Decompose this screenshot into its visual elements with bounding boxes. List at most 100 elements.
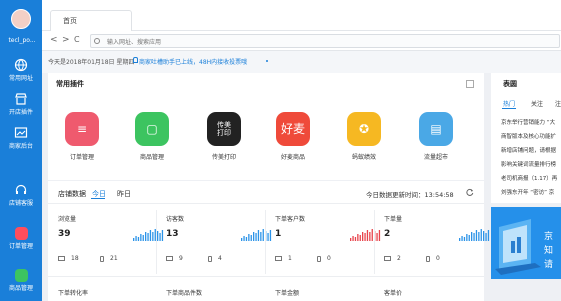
tab-hot[interactable]: 热门 bbox=[503, 99, 515, 108]
metric-tile[interactable]: 浏览量 39 18 21 bbox=[58, 214, 165, 272]
sparkline-bar bbox=[466, 234, 468, 241]
phone-icon bbox=[426, 255, 430, 262]
sparkline-bar bbox=[354, 237, 357, 241]
pc-stat: 1 bbox=[275, 255, 292, 262]
forward-button[interactable]: > bbox=[62, 35, 70, 45]
news-item[interactable]: 京东举行营销能力 “大 bbox=[501, 118, 561, 126]
mobile-stat: 0 bbox=[426, 255, 440, 262]
address-input[interactable] bbox=[90, 34, 560, 48]
metric-title: 访客数 bbox=[166, 216, 185, 223]
update-time: 今日数据更新时间：13:54:58 bbox=[366, 191, 454, 199]
sparkline-bar bbox=[480, 229, 482, 241]
plugin-glyph: ▢ bbox=[146, 122, 158, 136]
back-button[interactable]: < bbox=[50, 35, 58, 45]
sparkline-bar bbox=[376, 233, 378, 241]
username[interactable]: tecl_po... bbox=[2, 37, 42, 44]
pc-stat: 2 bbox=[384, 255, 401, 262]
sparkline-bar bbox=[471, 232, 473, 241]
news-item[interactable]: 商智版本及核心功能扩 bbox=[501, 132, 561, 140]
sparkline-bar bbox=[140, 234, 142, 241]
mobile-stat: 4 bbox=[208, 255, 222, 262]
phone-icon bbox=[100, 255, 104, 262]
metric-value: 1 bbox=[275, 229, 282, 239]
sidebar-item-merchant[interactable]: 商家后台 bbox=[0, 123, 42, 156]
sparkline-bar bbox=[133, 238, 135, 241]
divider bbox=[374, 210, 375, 274]
sparkline-bar bbox=[475, 230, 478, 241]
sparkline-bar bbox=[468, 235, 470, 241]
plugin-item[interactable]: ▤ 流量超市 bbox=[408, 112, 464, 161]
sidebar-item-service[interactable]: 店铺客服 bbox=[0, 180, 42, 213]
metric-tile[interactable]: 访客数 13 9 4 bbox=[166, 214, 273, 272]
grid-icon[interactable] bbox=[466, 80, 474, 88]
plugin-item[interactable]: ▢ 商品管理 bbox=[124, 112, 180, 161]
sparkline-bar bbox=[159, 233, 161, 241]
monitor-icon bbox=[166, 256, 173, 261]
sidebar-item-plugins[interactable]: 开店插件 bbox=[0, 89, 42, 122]
tab-hot-underline bbox=[502, 108, 516, 109]
refresh-button[interactable]: C bbox=[74, 35, 80, 44]
plugin-icon: ▤ bbox=[419, 112, 453, 146]
sparkline-bar bbox=[157, 231, 159, 241]
sidebar: tecl_po... 常用网址 开店插件 商家后台 店铺客服 订单管理 商品管理 bbox=[0, 0, 42, 301]
sparkline-bar bbox=[350, 238, 352, 241]
plugin-item[interactable]: 好麦 好麦商品 bbox=[265, 112, 321, 161]
sparkline bbox=[459, 229, 490, 241]
banner-text: 京 bbox=[544, 232, 554, 242]
sidebar-item-products[interactable]: 商品管理 bbox=[0, 266, 42, 299]
metric-tile[interactable]: 下单客户数 1 1 0 bbox=[275, 214, 382, 272]
news-item[interactable]: 刘强东开年 “密访” 京 bbox=[501, 188, 561, 196]
sparkline-bar bbox=[369, 232, 371, 241]
metric-label: 下单金额 bbox=[275, 290, 300, 297]
avatar[interactable] bbox=[11, 9, 31, 29]
promo-banner[interactable]: 京 知 请 bbox=[491, 207, 561, 279]
sparkline-bar bbox=[478, 232, 480, 241]
sparkline-bar bbox=[147, 233, 149, 241]
pc-value: 18 bbox=[71, 255, 79, 262]
plugin-item[interactable]: ✪ 蚂蚁绩效 bbox=[336, 112, 392, 161]
news-item[interactable]: 影响关键词流量排行榜 bbox=[501, 160, 561, 168]
tab-home[interactable]: 首页 bbox=[50, 10, 132, 31]
sparkline-bar bbox=[248, 234, 250, 241]
sparkline-bar bbox=[262, 229, 264, 241]
phone-icon bbox=[208, 255, 212, 262]
plugin-glyph: 传美 打印 bbox=[217, 121, 231, 137]
metric-value: 2 bbox=[384, 229, 391, 239]
sparkline-bar bbox=[142, 235, 144, 241]
sparkline-bar bbox=[260, 232, 262, 241]
sidebar-item-orders[interactable]: 订单管理 bbox=[0, 224, 42, 257]
plugins-title: 常用插件 bbox=[56, 80, 84, 88]
news-item[interactable]: 新增店铺问题，请根据 bbox=[501, 146, 561, 154]
mobile-value: 21 bbox=[110, 255, 118, 262]
plugin-item[interactable]: ≡ 订单管理 bbox=[54, 112, 110, 161]
sparkline-bar bbox=[257, 230, 260, 241]
metric-label: 下单商品件数 bbox=[166, 290, 203, 297]
metric-value: 13 bbox=[166, 229, 179, 239]
refresh-icon[interactable] bbox=[466, 188, 474, 196]
mobile-stat: 21 bbox=[100, 255, 118, 262]
sparkline-bar bbox=[357, 234, 359, 241]
sparkline-bar bbox=[135, 236, 137, 241]
metric-tile[interactable]: 下单量 2 2 0 bbox=[384, 214, 491, 272]
sidebar-item-favorites[interactable]: 常用网址 bbox=[0, 55, 42, 88]
sparkline-bar bbox=[459, 238, 461, 241]
news-item[interactable]: 老司机商报（1.17）再 bbox=[501, 174, 561, 182]
metric-value: 39 bbox=[58, 229, 71, 239]
tab-more[interactable]: 注 bbox=[555, 99, 561, 108]
sparkline-bar bbox=[161, 230, 164, 241]
sparkline-bar bbox=[250, 235, 252, 241]
plugin-item[interactable]: 传美 打印 传美打印 bbox=[196, 112, 252, 161]
sparkline-bar bbox=[485, 233, 487, 241]
plugin-icon: ▢ bbox=[135, 112, 169, 146]
tab-yesterday[interactable]: 昨日 bbox=[117, 189, 131, 199]
mobile-value: 4 bbox=[218, 255, 222, 262]
date-text: 今天是2018年01月18日 星期四 bbox=[48, 59, 135, 66]
sidebar-item-label: 常用网址 bbox=[8, 75, 33, 82]
metric-title: 下单量 bbox=[384, 216, 403, 223]
notice-link[interactable]: 商家吐槽助手已上线，48H内接收投票哦 bbox=[139, 57, 247, 66]
chart-icon bbox=[14, 127, 28, 138]
sparkline-bar bbox=[243, 236, 245, 241]
sidebar-item-label: 订单管理 bbox=[8, 243, 33, 250]
tab-follow[interactable]: 关注 bbox=[531, 99, 543, 108]
plugin-label: 好麦商品 bbox=[280, 154, 305, 161]
